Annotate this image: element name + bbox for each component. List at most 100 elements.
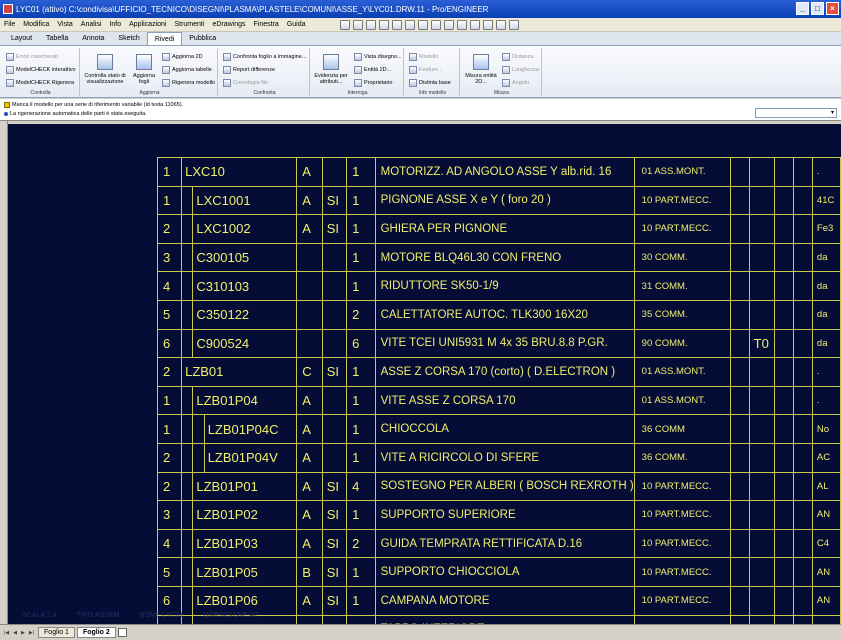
bom-desc-cell: MOTORIZZ. AD ANGOLO ASSE Y alb.rid. 16 [374,157,635,187]
menu-analisi[interactable]: Analisi [77,21,106,28]
feature-button[interactable]: Feature... [409,66,443,74]
tab-pubblica[interactable]: Pubblica [182,32,223,45]
angolo-button[interactable]: Angolo [502,79,529,87]
bom-rev-cell: C [296,357,323,387]
repaint-icon[interactable] [482,19,493,30]
bom-type-cell: 10 PART.MECC. [633,528,732,559]
maximize-button[interactable]: □ [811,2,824,15]
bom-x-cell [748,414,775,444]
lunghezza-button[interactable]: Lunghezza [502,66,539,74]
zoom-icon[interactable] [456,19,467,30]
cronologia-file-button[interactable]: Cronologia file [223,79,268,87]
redo-icon[interactable] [443,19,454,30]
bom-qty-cell: 1 [346,442,376,473]
add-sheet-icon[interactable] [117,628,127,637]
report-differenze-button[interactable]: Report differenze [223,66,275,74]
datum-icon[interactable] [495,19,506,30]
menu-applicazioni[interactable]: Applicazioni [125,21,170,28]
bom-desc-cell: GHIERA PER PIGNONE [374,214,635,244]
confronta-foglio-button[interactable]: Confronta foglio a immagine... [223,53,306,61]
tab-annota[interactable]: Annota [75,32,111,45]
distanza-button[interactable]: Distanza [502,53,533,61]
menu-info[interactable]: Info [105,21,125,28]
entita-2d-button[interactable]: Entità 2D... [354,66,391,74]
close-button[interactable]: × [826,2,839,15]
bom-extra-cell: AC [811,442,841,473]
tab-sketch[interactable]: Sketch [111,32,146,45]
minimize-button[interactable]: _ [796,2,809,15]
window-title: LYC01 (attivo) C:\condivisa\UFFICIO_TECN… [16,4,489,14]
save-icon[interactable] [365,19,376,30]
close-window-icon[interactable] [404,19,415,30]
drawing-canvas[interactable]: 1 LXC10 A 1 MOTORIZZ. AD ANGOLO ASSE Y alb.r… [8,124,841,624]
bom-empty-cell [773,585,794,616]
aggiorna-fogli-button[interactable]: Aggiorna fogli [128,73,160,85]
last-sheet-icon[interactable]: ▶| [29,630,34,636]
bom-empty-cell [730,557,750,587]
bom-desc-cell: CHIOCCOLA [374,414,635,444]
aggiorna-tabelle-button[interactable]: Aggiorna tabelle [162,66,212,74]
modelcheck-icon [6,66,14,74]
bom-desc-cell: SUPPORTO CHIOCCIOLA [374,557,635,587]
menu-guida[interactable]: Guida [283,21,310,28]
aggiorna-2d-button[interactable]: Aggiorna 2D [162,53,203,61]
menu-vista[interactable]: Vista [53,21,76,28]
tab-layout[interactable]: Layout [4,32,39,45]
bom-desc-cell: SOSTEGNO PER ALBERI ( BOSCH REXROTH ) [374,471,635,502]
rigenera-modello-button[interactable]: Rigenera modello [162,79,215,87]
regenerate-icon[interactable] [417,19,428,30]
modelcheck-rigenera-button[interactable]: ModelCHECK Rigenera [6,79,74,87]
bom-rev-cell: A [296,442,323,473]
highlight-attributes-icon[interactable] [323,54,339,70]
modelcheck-interattivo-button[interactable]: ModelCHECK interattivo [6,66,76,74]
bom-empty-cell [773,528,794,559]
vista-disegno-button[interactable]: Vista disegno... [354,53,402,61]
misura-entita-button[interactable]: Misura entità 2D... [462,73,500,85]
bom-rev-cell: A [296,185,323,216]
open-icon[interactable] [352,19,363,30]
display-status-icon[interactable] [97,54,113,70]
left-sash[interactable] [0,121,8,624]
bom-si-cell: SI [321,585,348,616]
display-style-icon[interactable] [469,19,480,30]
help-icon[interactable] [508,19,519,30]
window-icon[interactable] [391,19,402,30]
menu-modifica[interactable]: Modifica [19,21,53,28]
evidenzia-attributi-button[interactable]: Evidenzia per attributi... [312,73,350,85]
bom-si-cell [321,442,348,473]
distinta-base-button[interactable]: Distinta base [409,79,451,87]
measure-ruler-icon[interactable] [473,54,489,70]
first-sheet-icon[interactable]: |◀ [4,630,9,636]
update-sheets-icon[interactable] [136,54,152,70]
controlla-stato-button[interactable]: Controlla stato di visualizzazione [82,73,128,85]
selection-filter-dropdown[interactable]: ▾ [755,108,837,118]
bom-empty-cell [730,442,750,473]
menu-strumenti[interactable]: Strumenti [170,21,208,28]
tab-tabella[interactable]: Tabella [39,32,75,45]
prev-sheet-icon[interactable]: ◀ [13,630,17,636]
group-label: Controlla [30,90,51,96]
menu-edrawings[interactable]: eDrawings [208,21,249,28]
new-icon[interactable] [339,19,350,30]
bom-qty-cell: 1 [346,214,376,244]
menu-file[interactable]: File [0,21,19,28]
print-icon[interactable] [378,19,389,30]
undo-icon[interactable] [430,19,441,30]
bom-rev-cell [296,271,323,301]
proprietario-button[interactable]: Proprietario [354,79,392,87]
bom-si-cell: SI [321,557,348,587]
next-sheet-icon[interactable]: ▶ [21,630,25,636]
modello-button[interactable]: Modello [409,53,438,61]
menu-finestra[interactable]: Finestra [250,21,283,28]
bom-indent-cell [192,414,205,444]
bom-si-cell: SI [321,500,348,530]
sheet-tab-1[interactable]: Foglio 1 [38,627,75,638]
errori-mascherati-button[interactable]: Errori mascherati [6,53,58,61]
bom-indent-cell [181,214,194,244]
info-icon [4,112,8,116]
bom-desc-cell: VITE TCEI UNI5931 M 4x 35 BRU.8.8 P.GR. [374,328,635,359]
sheet-tab-2[interactable]: Foglio 2 [76,627,116,638]
bom-rev-cell: A [296,471,323,502]
tab-rivedi[interactable]: Rivedi [146,32,183,45]
bom-qty-cell: 1 [346,614,376,624]
